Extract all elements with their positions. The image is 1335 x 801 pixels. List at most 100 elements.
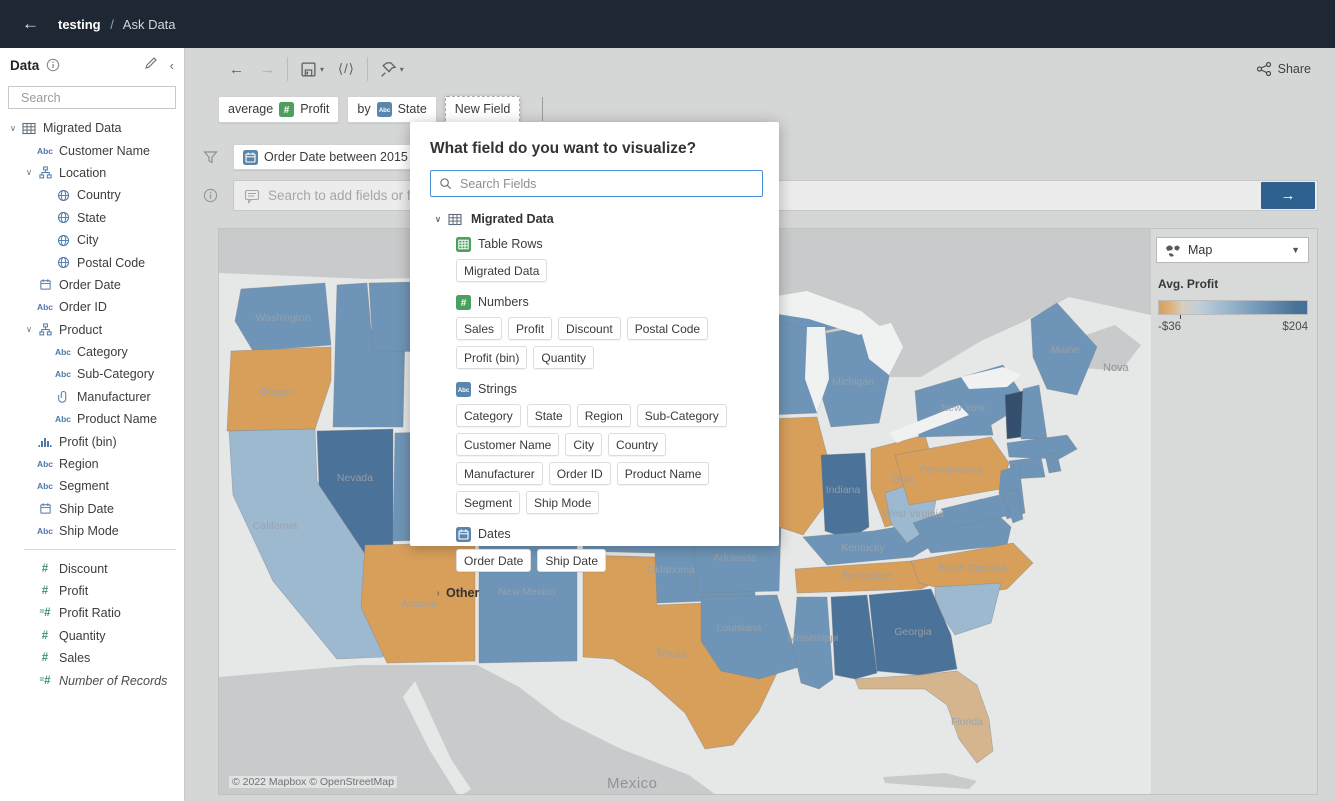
caret-down-icon[interactable]: ∨ (22, 167, 36, 178)
view-code-button[interactable]: ⟨/⟩ (338, 61, 355, 77)
state-label-west-virginia: West Virginia (882, 508, 944, 520)
pin-button[interactable]: ▾ (380, 61, 404, 78)
field-discount[interactable]: #Discount (0, 557, 184, 579)
edit-pencil-icon[interactable] (144, 56, 158, 75)
popup-chip-sales[interactable]: Sales (456, 317, 502, 340)
field-region[interactable]: AbcRegion (0, 453, 184, 475)
query-chip-profit[interactable]: average#Profit (218, 96, 339, 123)
table-icon (20, 122, 38, 135)
query-chip-new-field[interactable]: New Field (445, 96, 521, 123)
state-vermont[interactable] (1005, 391, 1023, 439)
field-ship-mode[interactable]: AbcShip Mode (0, 520, 184, 542)
popup-chip-region[interactable]: Region (577, 404, 631, 427)
redo-button[interactable]: → (260, 61, 275, 78)
field-label: Country (77, 188, 121, 202)
search-icon (439, 177, 452, 190)
popup-chip-city[interactable]: City (565, 433, 602, 456)
popup-dataset-row[interactable]: ∨ Migrated Data (430, 212, 763, 226)
popup-chip-migrated-data[interactable]: Migrated Data (456, 259, 547, 282)
field-manufacturer[interactable]: Manufacturer (0, 386, 184, 408)
legend-gradient-bar[interactable] (1158, 300, 1308, 315)
share-button[interactable]: Share (1256, 61, 1311, 77)
data-pane-title: Data (10, 58, 39, 73)
undo-button[interactable]: ← (229, 61, 244, 78)
popup-chip-postal-code[interactable]: Postal Code (627, 317, 708, 340)
back-arrow-icon[interactable]: ← (22, 14, 44, 34)
field-customer-name[interactable]: AbcCustomer Name (0, 139, 184, 161)
field-quantity[interactable]: #Quantity (0, 625, 184, 647)
save-dropdown-caret[interactable]: ▾ (320, 65, 324, 74)
map-attribution: © 2022 Mapbox © OpenStreetMap (229, 776, 397, 788)
popup-chip-segment[interactable]: Segment (456, 491, 520, 514)
popup-chip-country[interactable]: Country (608, 433, 666, 456)
popup-chip-profit-bin[interactable]: Profit (bin) (456, 346, 527, 369)
popup-chip-discount[interactable]: Discount (558, 317, 621, 340)
submit-query-button[interactable]: → (1261, 182, 1315, 209)
caret-down-icon[interactable]: ∨ (430, 214, 446, 225)
field-profit-bin[interactable]: Profit (bin) (0, 430, 184, 452)
popup-chip-product-name[interactable]: Product Name (617, 462, 710, 485)
sidebar-search-input[interactable] (21, 91, 182, 105)
hash-icon: # (36, 630, 54, 642)
breadcrumb-page: Ask Data (123, 17, 176, 32)
field-state[interactable]: State (0, 207, 184, 229)
popup-chip-profit[interactable]: Profit (508, 317, 552, 340)
sidebar-search-box[interactable] (8, 86, 176, 109)
field-divider (24, 549, 176, 550)
field-label: Profit Ratio (59, 606, 121, 620)
field-label: Sales (59, 651, 90, 665)
field-label: Region (59, 457, 99, 471)
popup-chip-ship-mode[interactable]: Ship Mode (526, 491, 599, 514)
filter-funnel-icon[interactable] (203, 150, 218, 165)
state-indiana[interactable] (821, 453, 869, 539)
field-ship-date[interactable]: Ship Date (0, 498, 184, 520)
field-city[interactable]: City (0, 229, 184, 251)
popup-chip-category[interactable]: Category (456, 404, 521, 427)
field-product[interactable]: ∨Product (0, 319, 184, 341)
info-icon[interactable] (46, 58, 60, 72)
popup-chip-customer-name[interactable]: Customer Name (456, 433, 559, 456)
field-number-of-records[interactable]: =#Number of Records (0, 669, 184, 691)
query-chip-state[interactable]: byAbcState (347, 96, 436, 123)
collapse-pane-icon[interactable]: ‹ (170, 58, 174, 73)
viz-type-dropdown[interactable]: Map ▼ (1156, 237, 1309, 263)
svg-text:#: # (461, 298, 467, 309)
popup-other-row[interactable]: › Other (430, 586, 763, 600)
field-country[interactable]: Country (0, 184, 184, 206)
field-migrated-data[interactable]: ∨Migrated Data (0, 117, 184, 139)
field-location[interactable]: ∨Location (0, 162, 184, 184)
save-button[interactable]: ▾ (300, 61, 324, 78)
abc-blue-badge-icon: Abc (377, 102, 392, 117)
field-order-id[interactable]: AbcOrder ID (0, 296, 184, 318)
chip-label: Profit (300, 102, 329, 116)
field-sales[interactable]: #Sales (0, 647, 184, 669)
caret-down-icon[interactable]: ∨ (22, 324, 36, 335)
info-circle-icon[interactable] (203, 188, 218, 203)
field-postal-code[interactable]: Postal Code (0, 251, 184, 273)
field-profit-ratio[interactable]: =#Profit Ratio (0, 602, 184, 624)
popup-chip-sub-category[interactable]: Sub-Category (637, 404, 727, 427)
field-order-date[interactable]: Order Date (0, 274, 184, 296)
popup-chip-quantity[interactable]: Quantity (533, 346, 594, 369)
state-label-florida: Florida (951, 716, 983, 728)
popup-chip-ship-date[interactable]: Ship Date (537, 549, 606, 572)
popup-chip-order-id[interactable]: Order ID (549, 462, 611, 485)
caret-down-icon[interactable]: ∨ (6, 123, 20, 134)
popup-chip-state[interactable]: State (527, 404, 571, 427)
popup-search-box[interactable] (430, 170, 763, 197)
breadcrumb-workbook[interactable]: testing (58, 17, 101, 32)
field-product-name[interactable]: AbcProduct Name (0, 408, 184, 430)
popup-chip-order-date[interactable]: Order Date (456, 549, 531, 572)
popup-search-input[interactable] (460, 177, 754, 191)
field-segment[interactable]: AbcSegment (0, 475, 184, 497)
field-sub-category[interactable]: AbcSub-Category (0, 363, 184, 385)
calendar-icon (36, 502, 54, 515)
pin-dropdown-caret[interactable]: ▾ (400, 65, 404, 74)
popup-chip-manufacturer[interactable]: Manufacturer (456, 462, 543, 485)
state-label-kentucky: Kentucky (841, 542, 885, 554)
caret-right-icon[interactable]: › (430, 588, 446, 599)
state-label-michigan: Michigan (832, 376, 874, 388)
state-label-california: California (253, 520, 298, 532)
field-category[interactable]: AbcCategory (0, 341, 184, 363)
field-profit[interactable]: #Profit (0, 580, 184, 602)
